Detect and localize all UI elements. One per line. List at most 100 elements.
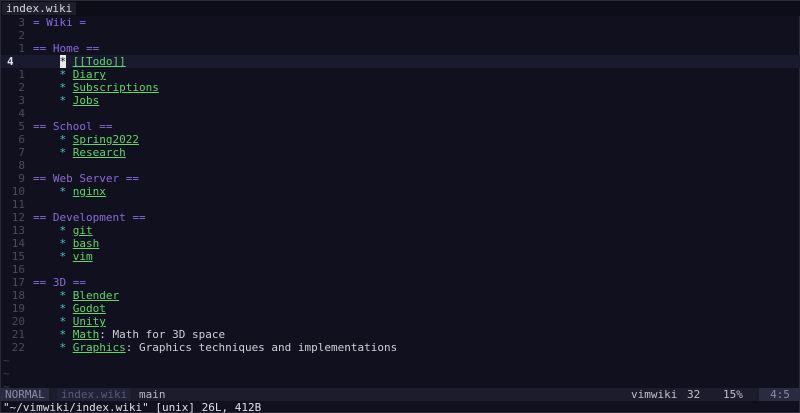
buffer-line[interactable]: 19 * Godot xyxy=(1,302,800,315)
line-number: 9 xyxy=(18,172,25,185)
buffer-line[interactable]: 11 xyxy=(1,198,800,211)
line-number: 15 xyxy=(11,250,25,263)
list-bullet: * xyxy=(33,185,73,198)
buffer-line[interactable]: 2 xyxy=(1,29,800,42)
wiki-heading: == Home == xyxy=(33,42,100,55)
buffer-line[interactable]: 16 xyxy=(1,263,800,276)
buffer-line[interactable]: 1 == Home == xyxy=(1,42,800,55)
buffer-line[interactable]: 21 * Math: Math for 3D space xyxy=(1,328,800,341)
line-text: * Godot xyxy=(33,302,106,315)
line-number: 6 xyxy=(18,133,25,146)
line-number: 1 xyxy=(18,42,25,55)
buffer-line[interactable]: 22 * Graphics: Graphics techniques and i… xyxy=(1,341,800,354)
plain-text xyxy=(33,55,60,68)
wiki-link[interactable]: Unity xyxy=(73,315,106,328)
buffer-line[interactable]: 18 * Blender xyxy=(1,289,800,302)
line-text: * vim xyxy=(33,250,93,263)
current-line[interactable]: 4 * [[Todo]] xyxy=(1,55,800,68)
line-number: 8 xyxy=(18,159,25,172)
buffer-line[interactable]: 9 == Web Server == xyxy=(1,172,800,185)
list-bullet: * xyxy=(33,341,73,354)
wiki-heading: = Wiki = xyxy=(33,16,86,29)
line-number: 12 xyxy=(11,211,25,224)
buffer-line[interactable]: 1 * Diary xyxy=(1,68,800,81)
wiki-link[interactable]: Spring2022 xyxy=(73,133,139,146)
wiki-heading: == 3D == xyxy=(33,276,86,289)
buffer-line[interactable]: 7 * Research xyxy=(1,146,800,159)
line-text: == Development == xyxy=(33,211,146,224)
vim-window: index.wiki 3 = Wiki = 2 1 == Home == 4 * [[To… xyxy=(0,0,800,413)
cursor-position: 4:5 xyxy=(759,388,800,401)
wiki-link[interactable]: Diary xyxy=(73,68,106,81)
wiki-link[interactable]: git xyxy=(73,224,93,237)
buffer-line[interactable]: 17 == 3D == xyxy=(1,276,800,289)
line-number: 22 xyxy=(11,341,25,354)
wiki-heading: == School == xyxy=(33,120,113,133)
buffer-line[interactable]: 3 * Jobs xyxy=(1,94,800,107)
buffer-line[interactable]: 20 * Unity xyxy=(1,315,800,328)
buffer-line[interactable]: 8 xyxy=(1,159,800,172)
line-number: 19 xyxy=(11,302,25,315)
wiki-link[interactable]: nginx xyxy=(73,185,106,198)
buffer-line[interactable]: 10 * nginx xyxy=(1,185,800,198)
buffer-line[interactable]: 12 == Development == xyxy=(1,211,800,224)
line-number: 17 xyxy=(11,276,25,289)
mode-indicator: NORMAL xyxy=(1,388,49,401)
list-bullet: * xyxy=(33,133,73,146)
wiki-heading: == Web Server == xyxy=(33,172,139,185)
list-bullet: * xyxy=(33,315,73,328)
line-text: * [[Todo]] xyxy=(33,55,126,68)
buffer-line[interactable]: 6 * Spring2022 xyxy=(1,133,800,146)
line-text: * Spring2022 xyxy=(33,133,139,146)
empty-line-tilde: ~ xyxy=(3,354,10,367)
text-buffer[interactable]: 3 = Wiki = 2 1 == Home == 4 * [[Todo]] 1 * Dia… xyxy=(1,16,800,354)
wiki-link[interactable]: vim xyxy=(73,250,93,263)
wiki-heading: == Development == xyxy=(33,211,146,224)
buffer-line[interactable]: 15 * vim xyxy=(1,250,800,263)
filetype: vimwiki xyxy=(631,388,678,401)
line-text: = Wiki = xyxy=(33,16,86,29)
column-number: 32 xyxy=(687,388,701,401)
line-number: 5 xyxy=(18,120,25,133)
list-bullet: * xyxy=(33,146,73,159)
wiki-link[interactable]: Jobs xyxy=(73,94,100,107)
buffer-line[interactable]: 14 * bash xyxy=(1,237,800,250)
line-text: == Web Server == xyxy=(33,172,139,185)
scroll-percent: 15% xyxy=(723,388,743,401)
tabline: index.wiki xyxy=(1,1,800,16)
list-bullet: * xyxy=(33,250,73,263)
line-number: 4 xyxy=(18,107,25,120)
plain-text xyxy=(66,55,73,68)
line-text: == 3D == xyxy=(33,276,86,289)
wiki-link[interactable]: Subscriptions xyxy=(73,81,159,94)
buffer-line[interactable]: 13 * git xyxy=(1,224,800,237)
status-filename: index.wiki xyxy=(57,388,132,401)
line-number: 2 xyxy=(18,29,25,42)
line-text: == School == xyxy=(33,120,112,133)
wiki-link[interactable]: bash xyxy=(73,237,100,250)
list-bullet: * xyxy=(33,302,73,315)
buffer-line[interactable]: 4 xyxy=(1,107,800,120)
wiki-link[interactable]: Blender xyxy=(73,289,119,302)
line-text: * Diary xyxy=(33,68,106,81)
line-number: 3 xyxy=(18,94,25,107)
tab-index-wiki[interactable]: index.wiki xyxy=(2,2,77,15)
line-text: * Unity xyxy=(33,315,106,328)
wiki-link[interactable]: [[Todo]] xyxy=(73,55,126,68)
list-bullet: * xyxy=(33,94,73,107)
buffer-line[interactable]: 2 * Subscriptions xyxy=(1,81,800,94)
list-bullet: * xyxy=(33,237,73,250)
wiki-link[interactable]: Graphics xyxy=(73,341,126,354)
wiki-link[interactable]: Godot xyxy=(73,302,106,315)
line-number: 3 xyxy=(18,16,25,29)
wiki-link[interactable]: Math xyxy=(73,328,100,341)
command-line[interactable]: "~/vimwiki/index.wiki" [unix] 26L, 412B xyxy=(3,401,261,413)
wiki-link[interactable]: Research xyxy=(73,146,126,159)
line-number: 13 xyxy=(11,224,25,237)
buffer-line[interactable]: 3 = Wiki = xyxy=(1,16,800,29)
git-branch: main xyxy=(139,388,166,401)
plain-text: : Graphics techniques and implementation… xyxy=(125,341,398,354)
buffer-line[interactable]: 5 == School == xyxy=(1,120,800,133)
line-text: * Research xyxy=(33,146,126,159)
list-bullet: * xyxy=(33,68,73,81)
